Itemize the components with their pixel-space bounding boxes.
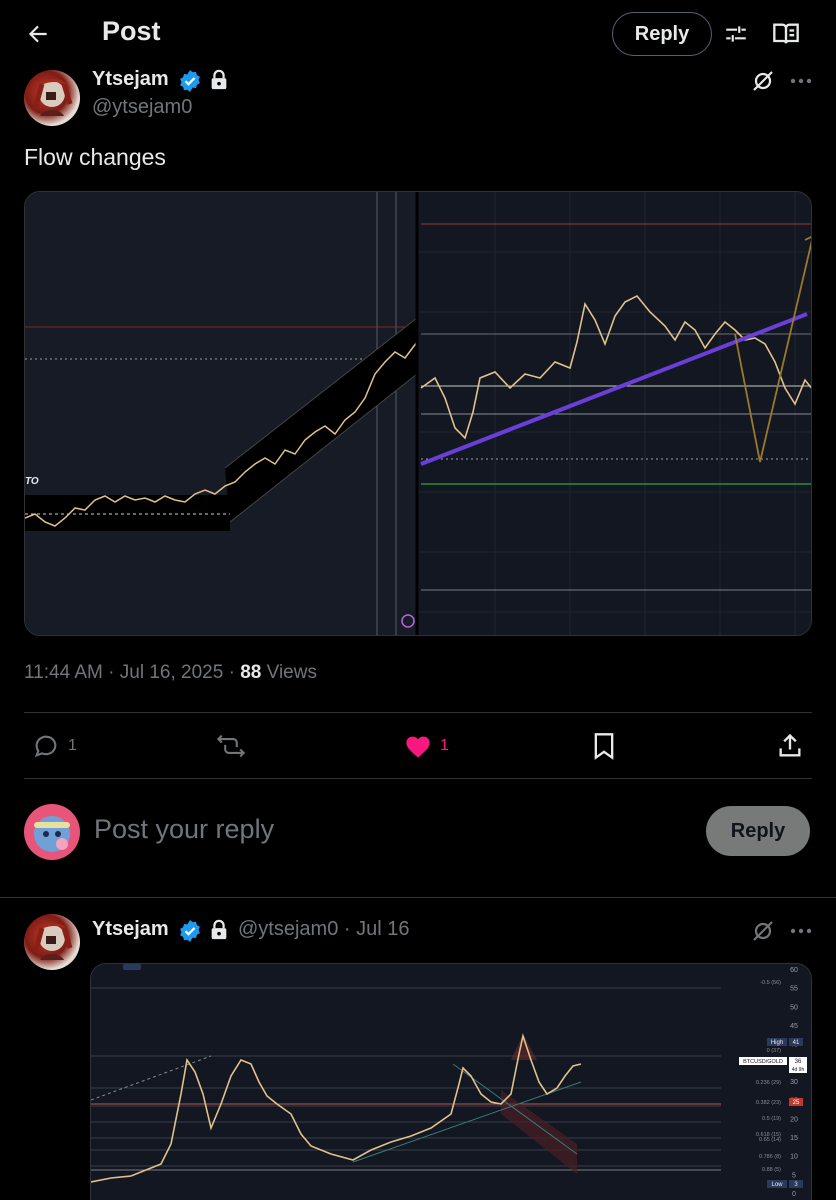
top-bar: Post Reply xyxy=(0,0,836,66)
price-tick-label: 55 xyxy=(790,986,798,993)
share-icon xyxy=(779,733,801,757)
bookmark-button[interactable] xyxy=(592,730,616,762)
replies-count: 1 xyxy=(68,737,77,754)
filter-button[interactable] xyxy=(720,18,752,50)
more-options-button[interactable] xyxy=(786,916,816,946)
author-handle[interactable]: @ytsejam0 xyxy=(238,918,338,940)
heart-filled-icon xyxy=(406,736,430,758)
lock-icon xyxy=(211,919,227,940)
grok-button[interactable] xyxy=(748,66,778,96)
post-text: Flow changes xyxy=(24,144,166,170)
ticker-value: 36 xyxy=(795,1059,802,1065)
price-tick-label: 15 xyxy=(790,1135,798,1142)
verified-badge-icon xyxy=(180,70,200,92)
bookmark-icon xyxy=(594,733,614,760)
book-icon xyxy=(773,23,799,44)
lock-icon xyxy=(211,69,227,90)
reply-action-button[interactable]: 1 xyxy=(32,730,77,762)
repost-button[interactable] xyxy=(216,730,246,762)
grok-button[interactable] xyxy=(748,916,778,946)
more-options-button[interactable] xyxy=(786,66,816,96)
price-tick-label: 5 xyxy=(792,1172,796,1179)
author-name[interactable]: Ytsejam xyxy=(92,918,169,941)
price-tick-label: 50 xyxy=(790,1004,798,1011)
likes-count: 1 xyxy=(440,737,449,754)
repost-icon xyxy=(216,734,246,758)
fib-level-label: 0.88 (5) xyxy=(762,1167,781,1173)
reply-input[interactable]: Post your reply xyxy=(94,814,274,845)
verified-badge-icon xyxy=(180,920,200,942)
reply-header-button[interactable]: Reply xyxy=(612,12,712,56)
divider xyxy=(24,778,812,779)
fib-level-label: 0.382 (23) xyxy=(756,1100,781,1106)
ticker-label: BTCUSD/GOLD xyxy=(743,1059,783,1065)
author-handle[interactable]: @ytsejam0 xyxy=(92,96,192,119)
sliders-icon xyxy=(726,26,746,42)
divider xyxy=(24,712,812,713)
high-label: High xyxy=(771,1040,783,1046)
ticker-time: 4d 9h xyxy=(792,1067,805,1073)
grok-icon xyxy=(753,921,773,941)
low-label: Low xyxy=(771,1182,783,1188)
reply-submit-button[interactable]: Reply xyxy=(706,806,810,856)
price-tick-label: 10 xyxy=(790,1154,798,1161)
author-meta: @ytsejam0 · Jul 16 xyxy=(238,918,410,941)
grok-icon xyxy=(753,71,773,91)
views-label: Views xyxy=(266,662,317,683)
post-time[interactable]: 11:44 AM xyxy=(24,662,103,683)
post-date[interactable]: Jul 16 xyxy=(356,918,409,940)
share-button[interactable] xyxy=(776,730,804,762)
chart-left-label: TO xyxy=(25,476,39,487)
more-dots-icon xyxy=(790,928,812,934)
fib-level-label: 0.786 (8) xyxy=(759,1154,781,1160)
page-title: Post xyxy=(102,16,161,46)
high-value: 41 xyxy=(793,1040,800,1046)
reader-mode-button[interactable] xyxy=(770,18,802,50)
price-tick-label: 20 xyxy=(790,1116,798,1123)
author-avatar[interactable] xyxy=(24,914,80,970)
separator: · xyxy=(343,918,351,940)
price-tick-label: 30 xyxy=(790,1079,798,1086)
back-arrow-icon xyxy=(28,25,47,43)
author-name[interactable]: Ytsejam xyxy=(92,68,169,91)
author-avatar[interactable] xyxy=(24,70,80,126)
fib-level-label: 0.236 (29) xyxy=(756,1080,781,1086)
red-tag-value: 25 xyxy=(793,1100,800,1106)
chart-image: 605550454035302520151050 -0.5 (56)0 (37)… xyxy=(91,964,811,1200)
post-image[interactable]: 605550454035302520151050 -0.5 (56)0 (37)… xyxy=(90,963,812,1200)
user-avatar[interactable] xyxy=(24,804,80,860)
like-button[interactable]: 1 xyxy=(404,730,449,762)
post-image[interactable]: TO xyxy=(24,191,812,636)
price-tick-label: 60 xyxy=(790,967,798,974)
fib-level-label: -0.5 (56) xyxy=(760,980,781,986)
divider xyxy=(0,897,836,898)
views-count: 88 xyxy=(240,662,262,683)
reply-bubble-icon xyxy=(34,735,57,758)
avatar-art-icon xyxy=(33,78,73,116)
fib-level-label: 0.5 (19) xyxy=(762,1116,781,1122)
fib-level-label: 0 (37) xyxy=(767,1048,782,1054)
price-tick-label: 0 xyxy=(792,1191,796,1198)
post-meta: 11:44 AM · Jul 16, 2025 · 88 Views xyxy=(24,662,317,683)
avatar-art-icon xyxy=(33,922,73,960)
chart-image: TO xyxy=(25,192,811,635)
user-avatar-art-icon xyxy=(34,816,70,852)
fib-level-label: 0.65 (14) xyxy=(759,1137,781,1143)
back-button[interactable] xyxy=(22,18,54,50)
post-date[interactable]: Jul 16, 2025 xyxy=(120,662,224,683)
more-dots-icon xyxy=(790,78,812,84)
price-tick-label: 45 xyxy=(790,1023,798,1030)
